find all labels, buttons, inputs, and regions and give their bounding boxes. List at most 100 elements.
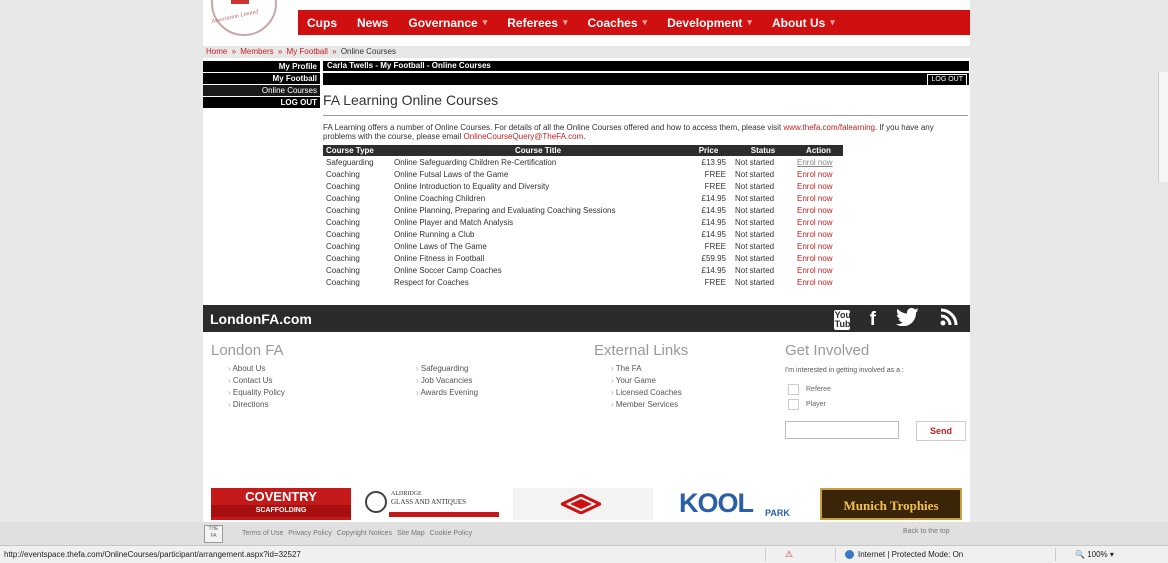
logout-button[interactable]: LOG OUT: [927, 74, 967, 86]
sponsor-coventry-scaffolding[interactable]: COVENTRY SCAFFOLDING: [211, 488, 351, 520]
send-button[interactable]: Send: [916, 421, 966, 441]
sidebar-item-logout[interactable]: LOG OUT: [203, 97, 320, 108]
nav-item-development[interactable]: Development ▾: [658, 10, 763, 35]
zoom-control[interactable]: 🔍 100% ▾: [1075, 550, 1114, 559]
course-title-cell: Online Coaching Children: [394, 193, 486, 203]
falearning-link[interactable]: www.thefa.com/falearning: [783, 123, 875, 132]
legal-link-copyright-notices[interactable]: Copyright Notices: [337, 530, 392, 537]
rss-icon[interactable]: [940, 308, 958, 332]
player-checkbox[interactable]: [788, 399, 799, 410]
enrol-now-link[interactable]: Enrol now: [794, 228, 843, 240]
footer-link-awards-evening[interactable]: Awards Evening: [416, 387, 478, 399]
footer-link-about-us[interactable]: About Us: [228, 363, 285, 375]
course-price-cell: £14.95: [701, 193, 726, 203]
get-involved-option-referee[interactable]: Referee: [788, 384, 831, 395]
breadcrumb-my-football[interactable]: My Football: [287, 47, 328, 56]
get-involved-option-player[interactable]: Player: [788, 399, 826, 410]
youtube-icon[interactable]: You Tube: [833, 310, 856, 330]
enrol-now-link[interactable]: Enrol now: [794, 180, 843, 192]
legal-link-privacy-policy[interactable]: Privacy Policy: [288, 530, 332, 537]
course-status-cell: Not started: [735, 265, 775, 275]
get-involved-input[interactable]: [785, 421, 899, 439]
footer-links-london-fa-col2: SafeguardingJob VacanciesAwards Evening: [416, 363, 478, 399]
enrol-now-link[interactable]: Enrol now: [794, 216, 843, 228]
external-link-the-fa[interactable]: The FA: [611, 363, 682, 375]
table-row: Coaching Online Planning, Preparing and E…: [323, 204, 843, 216]
course-type-cell: Coaching: [326, 193, 360, 203]
breadcrumb-home[interactable]: Home: [206, 47, 227, 56]
sidebar-item-my-profile[interactable]: My Profile: [203, 61, 320, 72]
enrol-now-link[interactable]: Enrol now: [794, 276, 843, 288]
nav-item-news[interactable]: News: [348, 10, 399, 35]
footer-link-directions[interactable]: Directions: [228, 399, 285, 411]
footer-link-safeguarding[interactable]: Safeguarding: [416, 363, 478, 375]
course-type-cell: Coaching: [326, 265, 360, 275]
course-price-cell: FREE: [704, 241, 726, 251]
status-divider: [765, 548, 766, 561]
referee-checkbox[interactable]: [788, 384, 799, 395]
legal-link-cookie-policy[interactable]: Cookie Policy: [430, 530, 472, 537]
nav-item-cups[interactable]: Cups: [298, 10, 348, 35]
enrol-now-link[interactable]: Enrol now: [794, 168, 843, 180]
footer-heading-get-involved: Get Involved: [785, 342, 870, 359]
status-divider: [1055, 548, 1056, 561]
breadcrumb-separator: »: [231, 47, 237, 56]
breadcrumb-separator: »: [277, 47, 283, 56]
security-zone[interactable]: Internet | Protected Mode: On: [845, 550, 963, 559]
table-row: Coaching Online Laws of The Game FREE Not s…: [323, 240, 843, 252]
security-shield-icon[interactable]: ⚠: [785, 549, 793, 560]
course-title-cell: Online Introduction to Equality and Dive…: [394, 181, 550, 191]
enrol-now-link[interactable]: Enrol now: [794, 264, 843, 276]
legal-link-terms-of-use[interactable]: Terms of Use: [242, 530, 283, 537]
chevron-down-icon: ▾: [830, 17, 835, 27]
aldridge-red-band: [389, 512, 499, 517]
course-query-email-link[interactable]: OnlineCourseQuery@TheFA.com: [464, 132, 584, 141]
footer-brand[interactable]: LondonFA.com: [210, 311, 312, 327]
enrol-now-link[interactable]: Enrol now: [794, 204, 843, 216]
sidebar-item-online-courses[interactable]: Online Courses: [203, 85, 320, 96]
nav-item-coaches[interactable]: Coaches ▾: [579, 10, 659, 35]
legal-link-site-map[interactable]: Site Map: [397, 530, 425, 537]
enrol-now-link[interactable]: Enrol now: [794, 240, 843, 252]
nav-item-referees[interactable]: Referees ▾: [498, 10, 578, 35]
twitter-icon[interactable]: [896, 308, 920, 332]
fa-crest-icon: THE FA: [204, 525, 223, 543]
course-status-cell: Not started: [735, 253, 775, 263]
course-type-cell: Coaching: [326, 217, 360, 227]
course-type-cell: Coaching: [326, 205, 360, 215]
enrol-now-link[interactable]: Enrol now: [794, 192, 843, 204]
user-context-bar: Carla Twells - My Football - Online Cour…: [323, 61, 969, 71]
nav-item-governance[interactable]: Governance ▾: [399, 10, 498, 35]
footer-link-job-vacancies[interactable]: Job Vacancies: [416, 375, 478, 387]
sponsor-kool-park[interactable]: KOOL PARK: [669, 488, 805, 520]
course-status-cell: Not started: [735, 229, 775, 239]
course-price-cell: £59.95: [701, 253, 726, 263]
footer-link-contact-us[interactable]: Contact Us: [228, 375, 285, 387]
course-price-cell: £13.95: [701, 157, 726, 167]
umbro-diamond-icon: [561, 494, 601, 514]
footer-link-equality-policy[interactable]: Equality Policy: [228, 387, 285, 399]
vertical-scrollbar[interactable]: [1158, 72, 1168, 182]
zoom-level: 100%: [1087, 550, 1108, 559]
header-price: Price: [685, 145, 732, 156]
sidebar-item-my-football[interactable]: My Football: [203, 73, 320, 84]
external-link-member-services[interactable]: Member Services: [611, 399, 682, 411]
breadcrumb: Home » Members » My Football » Online Co…: [203, 46, 970, 58]
breadcrumb-members[interactable]: Members: [240, 47, 273, 56]
back-to-top-link[interactable]: Back to the top: [903, 528, 950, 535]
sponsor-umbro[interactable]: [513, 488, 653, 520]
external-link-your-game[interactable]: Your Game: [611, 375, 682, 387]
sponsor-munich-trophies[interactable]: Munich Trophies: [820, 488, 962, 520]
external-link-licensed-coaches[interactable]: Licensed Coaches: [611, 387, 682, 399]
enrol-now-link[interactable]: Enrol now: [794, 252, 843, 264]
footer-links-london-fa-col1: About UsContact UsEquality PolicyDirecti…: [228, 363, 285, 411]
intro-text-part3: .: [583, 132, 586, 141]
facebook-icon[interactable]: f: [870, 309, 876, 331]
sponsor-aldridge-glass[interactable]: ALDRIDGE GLASS AND ANTIQUES: [361, 488, 506, 520]
enrol-now-link[interactable]: Enrol now: [794, 156, 843, 168]
coventry-line2: SCAFFOLDING: [211, 505, 351, 517]
association-logo[interactable]: Association Limited: [203, 0, 293, 36]
nav-item-about-us[interactable]: About Us ▾: [763, 10, 846, 35]
header-course-title: Course Title: [391, 145, 685, 156]
browser-status-bar: http://eventspace.thefa.com/OnlineCourse…: [0, 545, 1168, 563]
